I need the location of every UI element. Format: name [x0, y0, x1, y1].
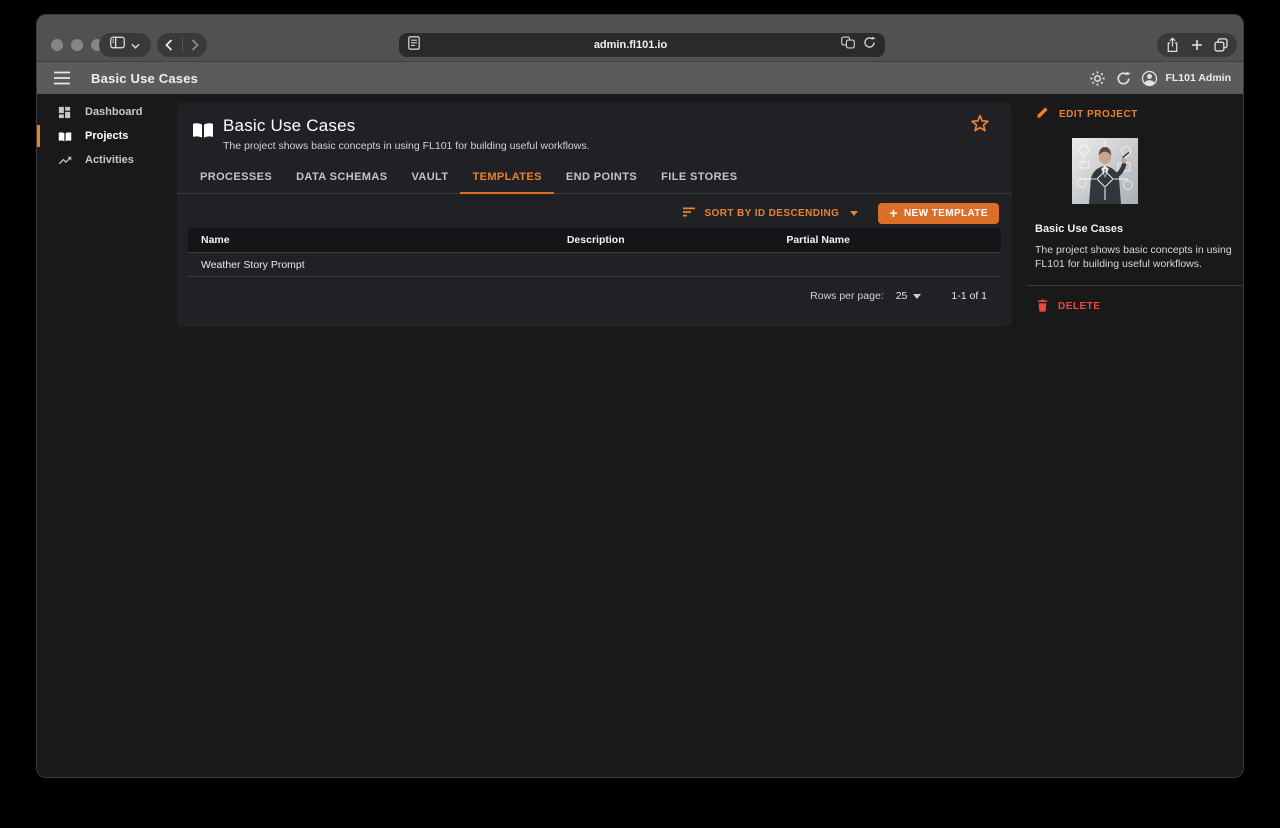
project-image: [1072, 138, 1138, 204]
rows-per-page-caret-icon: [913, 294, 921, 299]
url-text: admin.fl101.io: [420, 39, 841, 51]
browser-window: admin.fl101.io Basic Use Cases FL101 Adm…: [36, 14, 1244, 778]
templates-toolbar: SORT BY ID DESCENDING + NEW TEMPLATE: [177, 194, 1012, 228]
reload-icon[interactable]: [863, 36, 876, 54]
tab-data-schemas[interactable]: DATA SCHEMAS: [284, 161, 399, 194]
sort-icon: [682, 207, 696, 220]
table-row[interactable]: Weather Story Prompt: [188, 253, 1001, 277]
sidebar-toggle-button[interactable]: [99, 33, 151, 57]
account-icon[interactable]: [1141, 70, 1158, 87]
column-header-description: Description: [554, 234, 774, 246]
settings-gear-icon[interactable]: [1089, 70, 1106, 87]
app-title: Basic Use Cases: [91, 71, 198, 86]
project-title: Basic Use Cases: [223, 116, 590, 136]
dashboard-icon: [57, 104, 73, 120]
new-template-button[interactable]: + NEW TEMPLATE: [878, 203, 999, 224]
column-header-name: Name: [188, 234, 554, 246]
rows-per-page-select[interactable]: 25: [896, 290, 922, 302]
close-window-icon[interactable]: [51, 39, 63, 51]
tab-processes[interactable]: PROCESSES: [188, 161, 284, 194]
trash-icon: [1037, 299, 1048, 315]
project-detail-panel: EDIT PROJECT: [1027, 94, 1243, 778]
edit-project-button[interactable]: EDIT PROJECT: [1034, 106, 1236, 122]
column-header-partial-name: Partial Name: [773, 234, 1001, 246]
sort-label: SORT BY ID DESCENDING: [704, 208, 839, 219]
user-label[interactable]: FL101 Admin: [1165, 72, 1233, 84]
plus-icon: +: [889, 206, 898, 220]
rows-per-page-value: 25: [896, 290, 908, 302]
project-card-header: Basic Use Cases The project shows basic …: [177, 102, 1012, 152]
main-content: Basic Use Cases The project shows basic …: [177, 94, 1027, 778]
address-bar[interactable]: admin.fl101.io: [399, 33, 885, 57]
tab-end-points[interactable]: END POINTS: [554, 161, 649, 194]
translate-icon[interactable]: [841, 36, 855, 54]
favorite-star-icon[interactable]: [968, 112, 992, 141]
sidebar-item-activities[interactable]: Activities: [37, 148, 177, 172]
chevron-down-icon: [131, 36, 140, 54]
edit-project-label: EDIT PROJECT: [1059, 109, 1138, 120]
window-controls: [51, 39, 103, 51]
cell-name: Weather Story Prompt: [188, 259, 554, 271]
history-nav: [157, 33, 207, 57]
new-tab-icon[interactable]: [1191, 39, 1203, 51]
activities-icon: [57, 152, 73, 168]
browser-toolbar: admin.fl101.io: [37, 15, 1243, 62]
sidebar-item-projects[interactable]: Projects: [37, 124, 177, 148]
pagination: Rows per page: 25 1-1 of 1: [177, 277, 1012, 302]
sidebar-panel-icon: [110, 36, 125, 54]
browser-actions: [1157, 33, 1237, 57]
new-template-label: NEW TEMPLATE: [904, 208, 988, 219]
back-button[interactable]: [157, 33, 182, 57]
panel-project-title: Basic Use Cases: [1034, 223, 1236, 235]
delete-label: DELETE: [1058, 301, 1100, 312]
sort-select[interactable]: SORT BY ID DESCENDING: [682, 207, 858, 220]
panel-divider: [1027, 285, 1243, 286]
tab-templates[interactable]: TEMPLATES: [460, 161, 553, 194]
projects-icon: [57, 128, 73, 144]
project-book-icon: [191, 118, 215, 142]
delete-project-button[interactable]: DELETE: [1034, 299, 1236, 315]
pencil-icon: [1036, 106, 1049, 122]
project-card: Basic Use Cases The project shows basic …: [177, 102, 1012, 327]
app-header: Basic Use Cases FL101 Admin: [37, 62, 1243, 94]
sidebar-item-dashboard[interactable]: Dashboard: [37, 100, 177, 124]
tab-bar: PROCESSESDATA SCHEMASVAULTTEMPLATESEND P…: [177, 161, 1012, 194]
minimize-window-icon[interactable]: [71, 39, 83, 51]
sort-caret-icon: [850, 211, 858, 216]
sidebar-nav: DashboardProjectsActivities: [37, 94, 177, 778]
pagination-range: 1-1 of 1: [951, 290, 987, 302]
rows-per-page-label: Rows per page:: [810, 290, 884, 302]
forward-button[interactable]: [183, 33, 208, 57]
project-subtitle: The project shows basic concepts in usin…: [223, 140, 590, 152]
refresh-icon[interactable]: [1116, 71, 1131, 86]
menu-icon[interactable]: [53, 71, 71, 85]
reader-mode-icon[interactable]: [408, 36, 420, 55]
app-body: DashboardProjectsActivities Basic Use Ca…: [37, 94, 1243, 778]
tab-file-stores[interactable]: FILE STORES: [649, 161, 749, 194]
share-icon[interactable]: [1166, 37, 1179, 53]
tab-vault[interactable]: VAULT: [399, 161, 460, 194]
templates-table: NameDescriptionPartial Name Weather Stor…: [188, 228, 1001, 277]
table-body: Weather Story Prompt: [188, 253, 1001, 277]
table-header-row: NameDescriptionPartial Name: [188, 228, 1001, 253]
panel-project-description: The project shows basic concepts in usin…: [1034, 244, 1237, 272]
tab-overview-icon[interactable]: [1214, 38, 1228, 52]
